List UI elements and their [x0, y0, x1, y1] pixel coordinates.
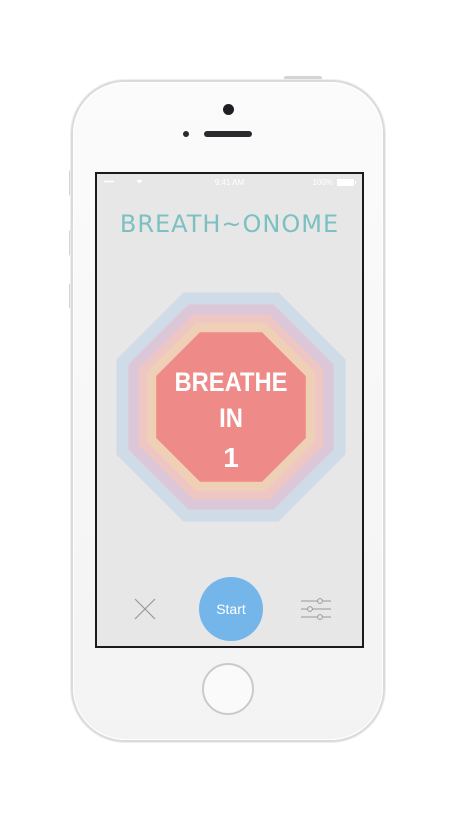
breathe-prompt: BREATHE IN	[148, 364, 313, 436]
app-title: BREATH~ONOME	[119, 210, 340, 238]
prompt-line-2: IN	[219, 403, 243, 433]
power-button	[284, 76, 322, 80]
status-bar: ••••• 9:41 AM 100%	[97, 174, 362, 192]
proximity-sensor	[183, 131, 189, 137]
sliders-icon[interactable]	[301, 598, 331, 620]
stage: ••••• 9:41 AM 100% BREATH~ONOME BREATHE …	[0, 0, 456, 822]
close-icon[interactable]	[133, 597, 157, 621]
prompt-line-1: BREATHE	[174, 367, 288, 397]
breath-count: 1	[223, 442, 239, 473]
phone-screen: ••••• 9:41 AM 100% BREATH~ONOME BREATHE …	[95, 172, 364, 648]
home-button[interactable]	[202, 663, 254, 715]
earpiece-speaker	[204, 131, 252, 137]
battery-icon	[337, 179, 356, 186]
battery-percent: 100%	[312, 178, 333, 187]
start-button[interactable]: Start	[199, 577, 263, 641]
front-camera	[223, 104, 234, 115]
